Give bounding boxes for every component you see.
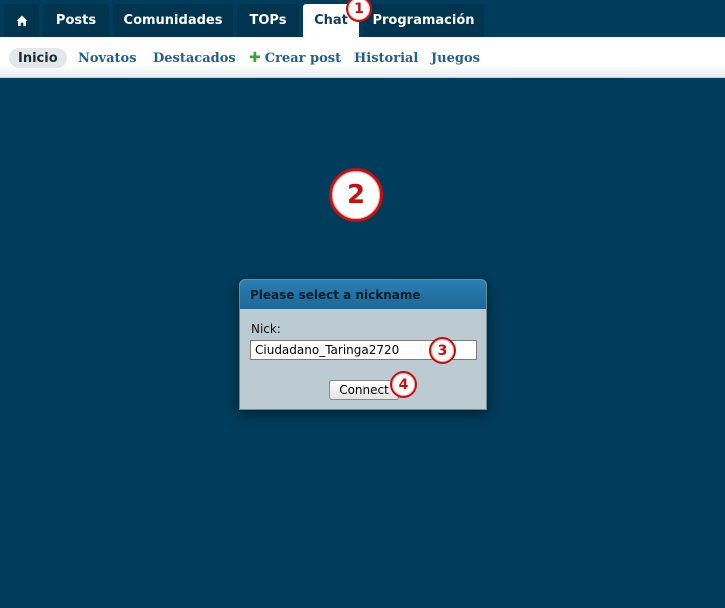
step-marker-4: 4 [390,371,417,398]
step-marker-2: 2 [329,168,383,222]
subnav-juegos[interactable]: Juegos [431,48,480,68]
subnav-inicio[interactable]: Inicio [9,48,67,68]
tab-programacion[interactable]: Programación [363,4,484,37]
dialog-title: Please select a nickname [240,280,486,309]
tab-tops[interactable]: TOPs [237,4,299,37]
tab-posts[interactable]: Posts [43,4,109,37]
tab-comunidades[interactable]: Comunidades [113,4,233,37]
subnav-historial[interactable]: Historial [354,48,418,68]
plus-icon: ✚ [249,50,261,66]
step-marker-3: 3 [429,337,456,364]
crear-post-label: Crear post [264,50,342,66]
home-tab[interactable] [4,4,39,37]
sub-nav: Inicio Novatos Destacados ✚ Crear post H… [0,37,725,78]
subnav-destacados[interactable]: Destacados [153,48,236,68]
subnav-crear-post[interactable]: ✚ Crear post [249,48,341,68]
home-icon [16,15,27,26]
nick-label: Nick: [251,322,281,336]
connect-button[interactable]: Connect [329,380,399,400]
subnav-novatos[interactable]: Novatos [78,48,137,68]
